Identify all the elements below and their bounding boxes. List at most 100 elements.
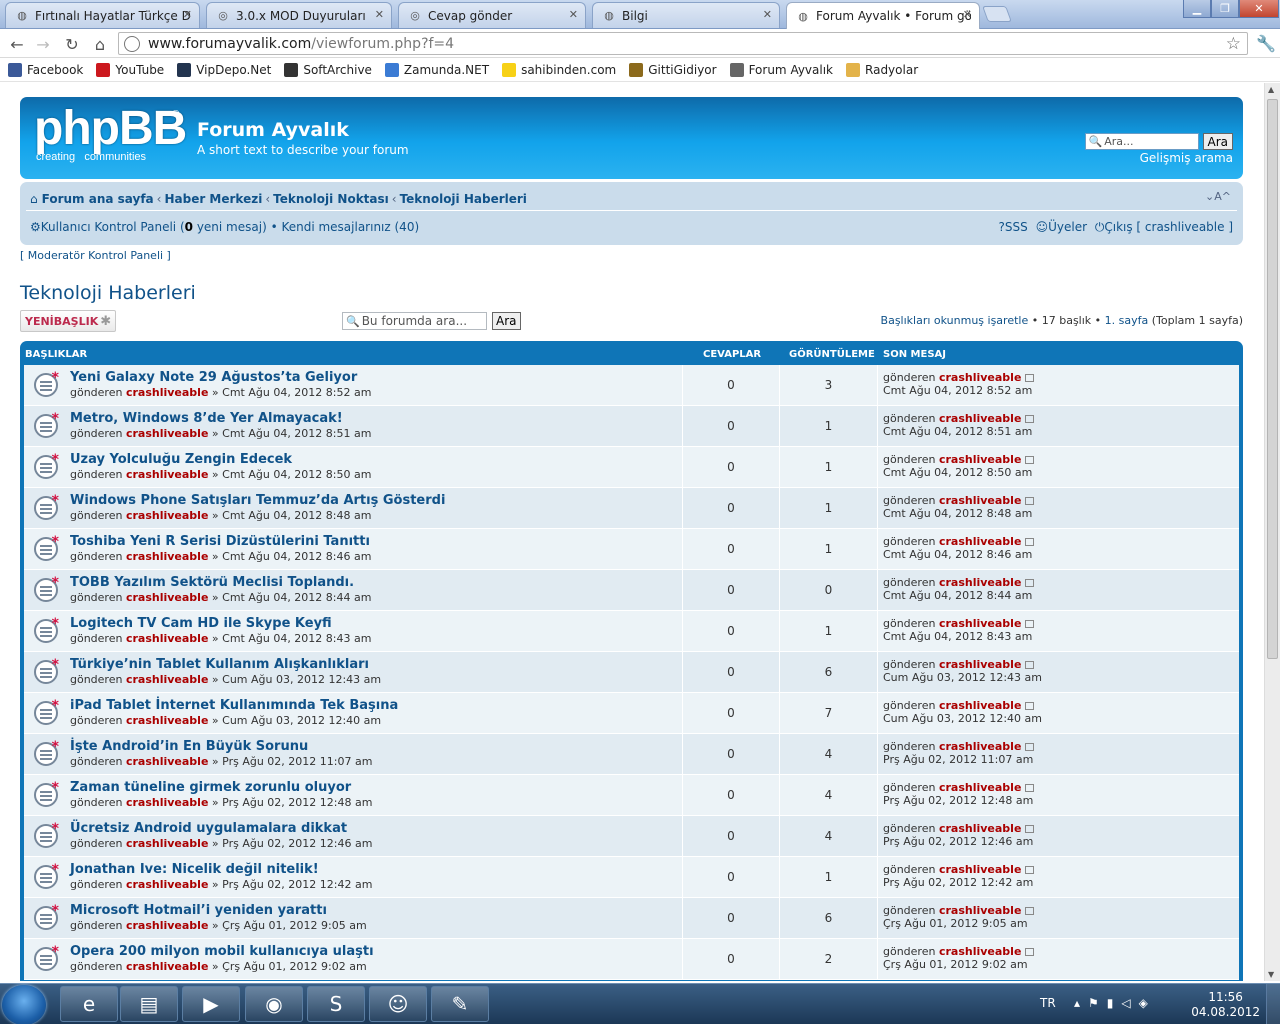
bookmark-item[interactable]: Facebook	[8, 62, 83, 77]
tab-close-icon[interactable]: ✕	[963, 8, 972, 21]
bookmark-item[interactable]: Radyolar	[846, 62, 918, 77]
wrench-menu-icon[interactable]: 🔧	[1256, 34, 1276, 53]
font-size-control[interactable]: ⌄A^	[1205, 190, 1231, 203]
view-latest-post-icon[interactable]	[1025, 579, 1035, 587]
start-button[interactable]	[2, 985, 46, 1024]
topic-title-link[interactable]: Toshiba Yeni R Serisi Dizüstülerini Tanı…	[70, 534, 370, 549]
topic-author-link[interactable]: crashliveable	[126, 755, 208, 768]
topic-author-link[interactable]: crashliveable	[126, 386, 208, 399]
view-latest-post-icon[interactable]	[1025, 866, 1035, 874]
last-post-author-link[interactable]: crashliveable	[939, 412, 1021, 425]
last-post-author-link[interactable]: crashliveable	[939, 822, 1021, 835]
topic-author-link[interactable]: crashliveable	[126, 919, 208, 932]
topic-title-link[interactable]: Zaman tüneline girmek zorunlu oluyor	[70, 780, 351, 795]
clock[interactable]: 11:56 04.08.2012	[1191, 990, 1260, 1020]
paint-icon[interactable]: ✎	[431, 986, 489, 1022]
faq-link[interactable]: SSS	[1005, 220, 1028, 234]
topic-title-link[interactable]: Logitech TV Cam HD ile Skype Keyfi	[70, 616, 332, 631]
ucp-link[interactable]: Kullanıcı Kontrol Paneli	[41, 220, 176, 234]
tab-close-icon[interactable]: ✕	[763, 8, 772, 21]
ie-icon[interactable]: e	[60, 986, 118, 1022]
last-post-author-link[interactable]: crashliveable	[939, 617, 1021, 630]
members-link[interactable]: Üyeler	[1048, 220, 1087, 234]
bookmark-item[interactable]: Zamunda.NET	[384, 62, 489, 77]
forum-search-button[interactable]: Ara	[492, 312, 521, 330]
current-page[interactable]: 1. sayfa	[1105, 314, 1149, 327]
last-post-author-link[interactable]: crashliveable	[939, 453, 1021, 466]
topic-author-link[interactable]: crashliveable	[126, 591, 208, 604]
topic-author-link[interactable]: crashliveable	[126, 837, 208, 850]
topic-title-link[interactable]: Metro, Windows 8’de Yer Almayacak!	[70, 411, 343, 426]
scrollbar-thumb[interactable]	[1267, 99, 1278, 659]
new-messages-link[interactable]: yeni mesaj)	[193, 220, 267, 234]
crumb-home[interactable]: Forum ana sayfa	[42, 192, 154, 206]
explorer-icon[interactable]: ▤	[120, 986, 178, 1022]
media-player-icon[interactable]: ▶	[182, 986, 240, 1022]
header-search-button[interactable]: Ara	[1202, 133, 1233, 150]
topic-author-link[interactable]: crashliveable	[126, 796, 208, 809]
topic-title-link[interactable]: Ücretsiz Android uygulamalara dikkat	[70, 821, 347, 836]
new-topic-button[interactable]: YENİBAŞLIK ✱	[20, 310, 117, 332]
new-tab-button[interactable]	[982, 6, 1012, 22]
tab-close-icon[interactable]: ✕	[375, 8, 384, 21]
topic-title-link[interactable]: Uzay Yolculuğu Zengin Edecek	[70, 452, 292, 467]
header-search-input[interactable]: 🔍 Ara...	[1084, 133, 1199, 150]
view-latest-post-icon[interactable]	[1025, 661, 1035, 669]
bookmark-item[interactable]: Forum Ayvalık	[729, 62, 833, 77]
tab-close-icon[interactable]: ✕	[569, 8, 578, 21]
advanced-search-link[interactable]: Gelişmiş arama	[1140, 151, 1233, 165]
phpbb-logo[interactable]: phpBB ® creating communities	[34, 105, 187, 164]
view-latest-post-icon[interactable]	[1025, 456, 1035, 464]
view-latest-post-icon[interactable]	[1025, 538, 1035, 546]
bookmark-item[interactable]: GittiGidiyor	[629, 62, 717, 77]
scroll-up-icon[interactable]: ▲	[1268, 85, 1274, 94]
back-icon[interactable]: ←	[6, 33, 28, 55]
topic-author-link[interactable]: crashliveable	[126, 427, 208, 440]
topic-author-link[interactable]: crashliveable	[126, 632, 208, 645]
skype-icon[interactable]: S	[307, 986, 365, 1022]
show-desktop-button[interactable]	[1266, 984, 1280, 1024]
tab-close-icon[interactable]: ✕	[183, 8, 192, 21]
logout-link[interactable]: Çıkış [ crashliveable ]	[1104, 220, 1233, 234]
topic-title-link[interactable]: Türkiye’nin Tablet Kullanım Alışkanlıkla…	[70, 657, 369, 672]
view-latest-post-icon[interactable]	[1025, 374, 1035, 382]
last-post-author-link[interactable]: crashliveable	[939, 535, 1021, 548]
topic-author-link[interactable]: crashliveable	[126, 509, 208, 522]
vertical-scrollbar[interactable]: ▲ ▼	[1264, 83, 1280, 981]
view-latest-post-icon[interactable]	[1025, 784, 1035, 792]
last-post-author-link[interactable]: crashliveable	[939, 740, 1021, 753]
home-icon[interactable]: ⌂	[89, 33, 111, 55]
browser-tab[interactable]: ◍ Fırtınalı Hayatlar Türkçe Dubl✕	[5, 2, 200, 28]
view-latest-post-icon[interactable]	[1025, 825, 1035, 833]
crumb-news-center[interactable]: Haber Merkezi	[164, 192, 262, 206]
topic-title-link[interactable]: İşte Android’in En Büyük Sorunu	[70, 739, 308, 754]
bookmark-star-icon[interactable]: ☆	[1226, 34, 1241, 54]
browser-tab[interactable]: ◎ Cevap gönder ✕	[398, 2, 586, 28]
messenger-icon[interactable]: ☺	[369, 986, 427, 1022]
topic-title-link[interactable]: Microsoft Hotmail’i yeniden yarattı	[70, 903, 327, 918]
mark-topics-read-link[interactable]: Başlıkları okunmuş işaretle	[881, 314, 1029, 327]
topic-author-link[interactable]: crashliveable	[126, 673, 208, 686]
last-post-author-link[interactable]: crashliveable	[939, 371, 1021, 384]
last-post-author-link[interactable]: crashliveable	[939, 494, 1021, 507]
minimize-button[interactable]: ▁	[1183, 0, 1211, 18]
view-latest-post-icon[interactable]	[1025, 702, 1035, 710]
bookmark-item[interactable]: YouTube	[96, 62, 164, 77]
topic-author-link[interactable]: crashliveable	[126, 550, 208, 563]
last-post-author-link[interactable]: crashliveable	[939, 576, 1021, 589]
last-post-author-link[interactable]: crashliveable	[939, 904, 1021, 917]
browser-tab[interactable]: ◍ Bilgi ✕	[592, 2, 780, 28]
forum-title[interactable]: Teknoloji Haberleri	[20, 282, 196, 304]
topic-author-link[interactable]: crashliveable	[126, 714, 208, 727]
crumb-technology-point[interactable]: Teknoloji Noktası	[273, 192, 389, 206]
topic-title-link[interactable]: iPad Tablet İnternet Kullanımında Tek Ba…	[70, 698, 398, 713]
topic-author-link[interactable]: crashliveable	[126, 468, 208, 481]
crumb-technology-news[interactable]: Teknoloji Haberleri	[400, 192, 527, 206]
view-latest-post-icon[interactable]	[1025, 620, 1035, 628]
last-post-author-link[interactable]: crashliveable	[939, 658, 1021, 671]
view-latest-post-icon[interactable]	[1025, 907, 1035, 915]
bookmark-item[interactable]: VipDepo.Net	[177, 62, 271, 77]
view-latest-post-icon[interactable]	[1025, 497, 1035, 505]
bookmark-item[interactable]: sahibinden.com	[502, 62, 616, 77]
address-bar[interactable]: www.forumayvalik.com/viewforum.php?f=4 ☆	[118, 32, 1248, 55]
